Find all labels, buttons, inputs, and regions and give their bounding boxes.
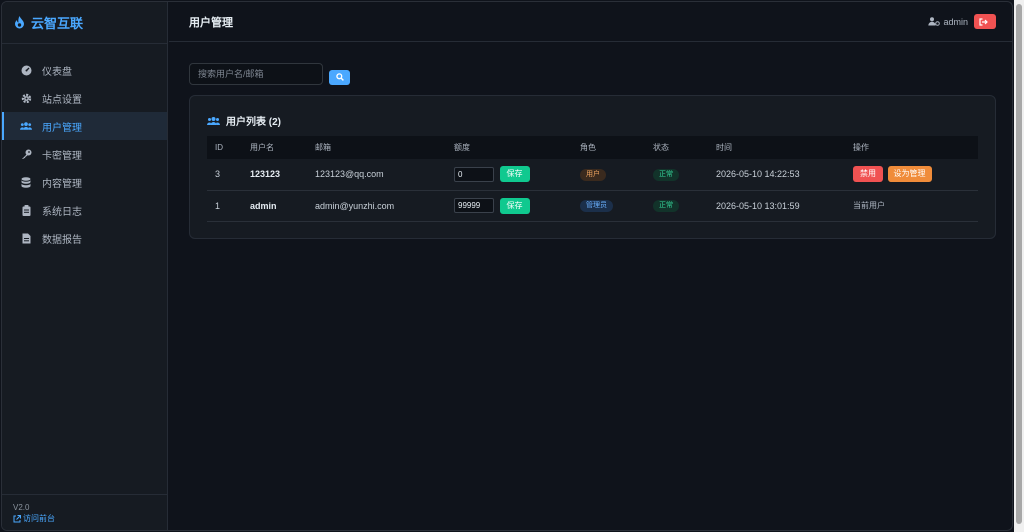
sidebar-item-label: 站点设置 — [42, 94, 82, 106]
cell-status: 正常 — [645, 190, 708, 221]
search-input[interactable] — [189, 63, 323, 85]
app-window: 云智互联 仪表盘 站点设置 用户管理 卡密管理 内容管理 系统日志 数据报告 V… — [1, 1, 1013, 531]
column-header: 额度 — [454, 143, 470, 152]
sidebar-item-cards[interactable]: 卡密管理 — [2, 140, 167, 168]
visit-front-label: 访问前台 — [23, 514, 55, 523]
user-menu: admin — [928, 14, 996, 29]
key-icon — [20, 148, 32, 160]
cell-username: 123123 — [250, 169, 281, 180]
logout-icon — [979, 17, 988, 26]
visit-front-link[interactable]: 访问前台 — [13, 513, 168, 524]
gear-icon — [20, 92, 32, 104]
table-row: 1 admin admin@yunzhi.com 保存 管理员 正常 2026-… — [207, 190, 978, 221]
sidebar-item-label: 卡密管理 — [42, 150, 82, 162]
make-admin-button[interactable]: 设为管理 — [887, 166, 932, 183]
column-header: 角色 — [580, 143, 596, 152]
status-badge: 正常 — [653, 200, 679, 212]
save-quota-button[interactable]: 保存 — [499, 197, 530, 214]
cell-id: 3 — [215, 169, 221, 180]
dashboard-icon — [20, 64, 32, 76]
sidebar-item-label: 系统日志 — [42, 206, 82, 218]
scrollbar-thumb[interactable] — [1016, 4, 1022, 524]
role-badge: 管理员 — [580, 200, 613, 212]
disable-button[interactable]: 禁用 — [853, 166, 883, 183]
header-username[interactable]: admin — [943, 17, 968, 27]
cell-email: 123123@qq.com — [315, 169, 384, 180]
column-header: 操作 — [853, 143, 869, 152]
page-scrollbar[interactable] — [1014, 0, 1024, 532]
sidebar-item-dashboard[interactable]: 仪表盘 — [2, 56, 167, 84]
flame-icon — [14, 16, 25, 29]
quota-input[interactable] — [454, 198, 494, 213]
users-icon — [20, 120, 32, 132]
logout-button[interactable] — [974, 14, 996, 29]
sidebar-item-label: 内容管理 — [42, 178, 82, 190]
sidebar-item-site-settings[interactable]: 站点设置 — [2, 84, 167, 112]
external-link-icon — [13, 514, 21, 522]
cell-actions: 禁用 设为管理 — [845, 159, 978, 190]
user-table: ID 用户名 邮箱 额度 角色 状态 时间 操作 3 123123 123123… — [207, 136, 978, 222]
cell-time: 2026-05-10 14:22:53 — [716, 169, 800, 180]
sidebar-item-label: 仪表盘 — [42, 66, 72, 78]
version-label: V2.0 — [13, 503, 30, 512]
brand[interactable]: 云智互联 — [2, 2, 167, 44]
table-row: 3 123123 123123@qq.com 保存 用户 正常 2026-05-… — [207, 159, 978, 190]
search-button[interactable] — [329, 69, 350, 85]
column-header: ID — [215, 143, 223, 152]
sidebar-item-label: 数据报告 — [42, 234, 82, 246]
file-icon — [20, 232, 32, 244]
search-icon — [335, 73, 344, 81]
quota-input[interactable] — [454, 166, 494, 182]
cell-role: 用户 — [572, 159, 645, 190]
page-title: 用户管理 — [189, 16, 233, 29]
column-header: 用户名 — [250, 143, 274, 152]
card-title-text: 用户列表 (2) — [226, 117, 281, 128]
database-icon — [20, 176, 32, 188]
role-badge: 用户 — [580, 168, 606, 181]
cell-time: 2026-05-10 13:01:59 — [716, 200, 800, 211]
user-list-card: 用户列表 (2) ID 用户名 邮箱 额度 角色 状态 时间 操作 3 1231… — [189, 95, 996, 239]
sidebar: 云智互联 仪表盘 站点设置 用户管理 卡密管理 内容管理 系统日志 数据报告 V… — [2, 2, 168, 530]
sidebar-item-reports[interactable]: 数据报告 — [2, 224, 167, 252]
brand-name: 云智互联 — [31, 16, 84, 31]
column-header: 时间 — [716, 143, 732, 152]
users-icon — [207, 116, 220, 125]
sidebar-nav: 仪表盘 站点设置 用户管理 卡密管理 内容管理 系统日志 数据报告 — [2, 44, 167, 252]
current-user-label: 当前用户 — [853, 201, 885, 210]
sidebar-item-content[interactable]: 内容管理 — [2, 168, 167, 196]
cell-quota: 保存 — [446, 159, 572, 190]
cell-actions: 当前用户 — [845, 190, 978, 221]
user-cog-icon — [928, 17, 941, 26]
sidebar-item-users[interactable]: 用户管理 — [2, 112, 167, 140]
cell-quota: 保存 — [446, 190, 572, 221]
top-header: 用户管理 admin — [169, 2, 1012, 42]
sidebar-item-logs[interactable]: 系统日志 — [2, 196, 167, 224]
cell-role: 管理员 — [572, 190, 645, 221]
status-badge: 正常 — [653, 168, 679, 181]
sidebar-footer: V2.0 访问前台 — [2, 494, 168, 530]
clipboard-icon — [20, 204, 32, 216]
cell-status: 正常 — [645, 159, 708, 190]
card-title: 用户列表 (2) — [207, 113, 281, 128]
cell-email: admin@yunzhi.com — [315, 200, 395, 211]
table-header-row: ID 用户名 邮箱 额度 角色 状态 时间 操作 — [207, 136, 978, 159]
cell-id: 1 — [215, 200, 221, 211]
column-header: 邮箱 — [315, 143, 331, 152]
save-quota-button[interactable]: 保存 — [499, 166, 530, 183]
search-bar — [189, 63, 350, 85]
column-header: 状态 — [653, 143, 669, 152]
cell-username: admin — [250, 200, 277, 211]
sidebar-item-label: 用户管理 — [42, 122, 82, 134]
